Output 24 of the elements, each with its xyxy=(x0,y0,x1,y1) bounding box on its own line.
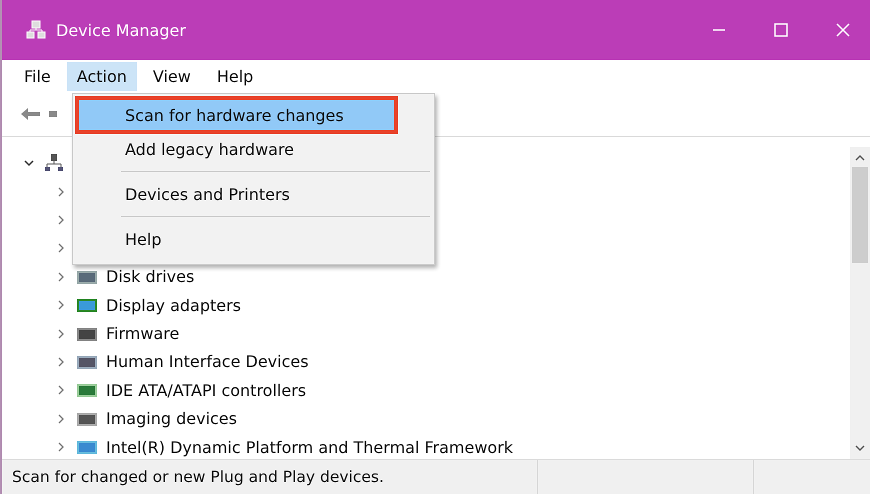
device-manager-icon xyxy=(26,20,46,40)
menu-item[interactable]: File xyxy=(14,62,61,90)
scrollbar[interactable] xyxy=(850,147,870,459)
back-arrow-icon[interactable] xyxy=(20,106,42,122)
tree-item[interactable]: Human Interface Devices xyxy=(106,352,309,372)
scroll-thumb[interactable] xyxy=(852,167,868,263)
computer-icon xyxy=(44,153,64,174)
menu-item[interactable]: Action xyxy=(66,62,137,90)
tree-item[interactable]: Imaging devices xyxy=(106,409,237,428)
menu-item[interactable]: Help xyxy=(77,222,430,256)
tree-item[interactable]: Disk drives xyxy=(106,267,194,286)
tree-item[interactable]: IDE ATA/ATAPI controllers xyxy=(106,380,306,400)
menu-item[interactable]: Scan for hardware changes xyxy=(77,98,396,132)
menu-item[interactable]: Devices and Printers xyxy=(77,177,430,211)
tree-item[interactable]: Firmware xyxy=(106,324,180,344)
tree-item[interactable]: Display adapters xyxy=(106,296,242,315)
menu-item[interactable]: Add legacy hardware xyxy=(77,132,430,166)
scroll-down-icon[interactable] xyxy=(854,443,866,453)
status-text: Scan for changed or new Plug and Play devices. xyxy=(2,460,538,494)
window-title: Device Manager xyxy=(56,20,186,40)
tree-item[interactable]: Intel(R) Dynamic Platform and Thermal Framework xyxy=(106,438,514,457)
menu-item[interactable]: Help xyxy=(206,62,264,90)
menu-item[interactable]: View xyxy=(142,62,201,90)
scroll-up-icon[interactable] xyxy=(854,153,866,163)
